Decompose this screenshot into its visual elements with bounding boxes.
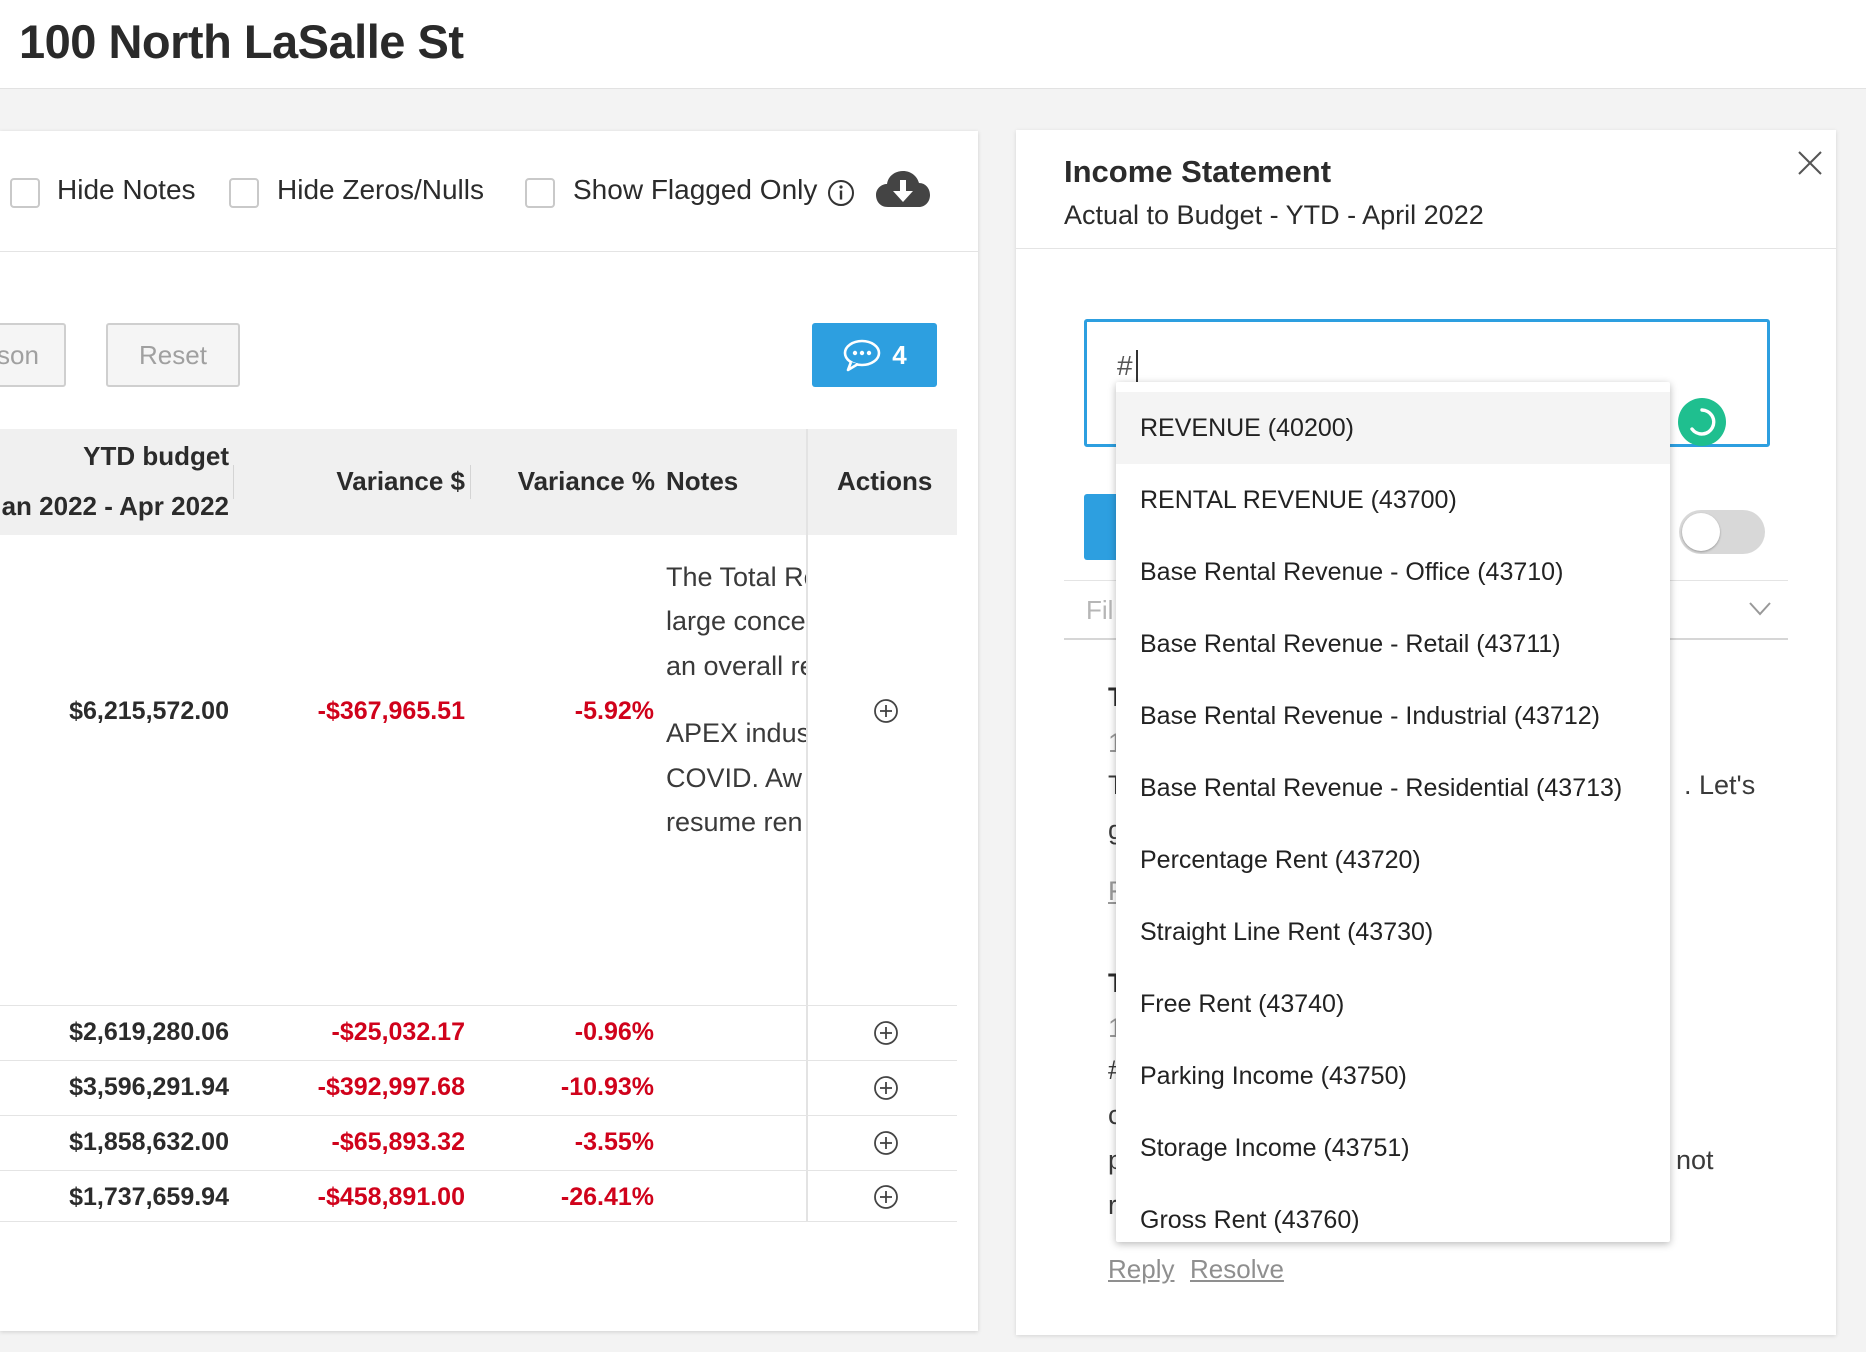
- variance-pct-cell: -5.92%: [574, 697, 654, 725]
- hide-notes-label[interactable]: Hide Notes: [57, 174, 196, 206]
- panel-header-divider: [1016, 248, 1836, 249]
- toggle-switch[interactable]: [1679, 510, 1765, 554]
- note-line: an overall re: [666, 651, 806, 681]
- chevron-down-icon: [1749, 602, 1771, 616]
- header-variance-pct[interactable]: Variance %: [518, 466, 655, 497]
- dropdown-item[interactable]: Base Rental Revenue - Industrial (43712): [1116, 680, 1670, 752]
- header-ytd-range: Jan 2022 - Apr 2022: [0, 491, 229, 521]
- note-line: resume ren: [666, 807, 803, 837]
- mention-dropdown: REVENUE (40200) RENTAL REVENUE (43700) B…: [1116, 382, 1670, 1242]
- table-row: $1,858,632.00 -$65,893.32 -3.55%: [0, 1116, 957, 1171]
- note-line: APEX indus: [666, 718, 806, 748]
- variance-dollar-cell: -$367,965.51: [317, 697, 465, 725]
- dropdown-item[interactable]: Storage Income (43751): [1116, 1112, 1670, 1184]
- reset-button[interactable]: Reset: [106, 323, 240, 387]
- reply-link[interactable]: Reply: [1108, 1254, 1174, 1285]
- variance-pct-cell: -3.55%: [574, 1128, 654, 1156]
- column-divider: [470, 465, 471, 499]
- show-flagged-checkbox[interactable]: [525, 178, 555, 208]
- dropdown-item[interactable]: Base Rental Revenue - Office (43710): [1116, 536, 1670, 608]
- dropdown-item[interactable]: RENTAL REVENUE (43700): [1116, 464, 1670, 536]
- ytd-budget-cell: $6,215,572.00: [69, 697, 229, 725]
- comment-input-value: #: [1117, 350, 1133, 381]
- text-cursor: [1136, 350, 1138, 384]
- header-actions: Actions: [837, 466, 933, 496]
- dropdown-item[interactable]: Percentage Rent (43720): [1116, 824, 1670, 896]
- comments-count: 4: [892, 339, 907, 370]
- table-row: $1,737,659.94 -$458,891.00 -26.41%: [0, 1171, 957, 1222]
- variance-pct-cell: -26.41%: [560, 1183, 654, 1211]
- table-header: YTD budget Jan 2022 - Apr 2022 Variance …: [0, 429, 957, 535]
- close-icon[interactable]: [1795, 148, 1825, 178]
- reset-label: Reset: [139, 339, 207, 370]
- comment-fragment: . Let's: [1684, 770, 1756, 800]
- info-icon[interactable]: [826, 178, 856, 208]
- loading-spinner-icon: [1678, 398, 1726, 446]
- column-divider: [233, 465, 234, 499]
- add-note-icon[interactable]: [873, 1020, 899, 1046]
- ytd-budget-cell: $3,596,291.94: [69, 1073, 229, 1101]
- note-line: COVID. Aw: [666, 763, 803, 793]
- add-note-icon[interactable]: [873, 1130, 899, 1156]
- cloud-download-icon[interactable]: [874, 167, 932, 213]
- resolve-link[interactable]: Resolve: [1190, 1254, 1284, 1285]
- table-row: $6,215,572.00 -$367,965.51 -5.92% The To…: [0, 535, 957, 1006]
- add-note-icon[interactable]: [873, 1184, 899, 1210]
- note-line: The Total Re: [666, 562, 806, 592]
- note-line: large conce: [666, 606, 806, 636]
- partial-action-label: son: [0, 339, 39, 370]
- header-notes[interactable]: Notes: [666, 466, 738, 497]
- variance-pct-cell: -10.93%: [560, 1073, 654, 1101]
- add-note-icon[interactable]: [873, 1075, 899, 1101]
- comment-fragment: not: [1676, 1145, 1714, 1175]
- hide-notes-checkbox[interactable]: [10, 178, 40, 208]
- partial-action-button[interactable]: son: [0, 323, 66, 387]
- dropdown-item[interactable]: Base Rental Revenue - Residential (43713…: [1116, 752, 1670, 824]
- panel-subtitle: Actual to Budget - YTD - April 2022: [1064, 200, 1484, 230]
- dropdown-item[interactable]: Gross Rent (43760): [1116, 1184, 1670, 1242]
- hide-zeros-label[interactable]: Hide Zeros/Nulls: [277, 174, 484, 206]
- dropdown-item[interactable]: REVENUE (40200): [1116, 392, 1670, 464]
- top-bar: 100 North LaSalle St: [0, 0, 1866, 89]
- header-ytd-budget[interactable]: YTD budget: [83, 441, 229, 472]
- hide-zeros-checkbox[interactable]: [229, 178, 259, 208]
- variance-dollar-cell: -$65,893.32: [331, 1128, 465, 1156]
- panel-title: Income Statement: [1064, 154, 1332, 189]
- show-flagged-label[interactable]: Show Flagged Only: [573, 174, 817, 206]
- add-note-icon[interactable]: [873, 698, 899, 724]
- toggle-knob: [1682, 513, 1720, 551]
- ytd-budget-cell: $1,737,659.94: [69, 1183, 229, 1211]
- variance-dollar-cell: -$25,032.17: [331, 1018, 465, 1046]
- table-row: $3,596,291.94 -$392,997.68 -10.93%: [0, 1061, 957, 1116]
- ytd-budget-cell: $1,858,632.00: [69, 1128, 229, 1156]
- report-toolbar: Hide Notes Hide Zeros/Nulls Show Flagged…: [0, 131, 978, 252]
- dropdown-item[interactable]: Base Rental Revenue - Retail (43711): [1116, 608, 1670, 680]
- ytd-budget-cell: $2,619,280.06: [69, 1018, 229, 1046]
- comment-icon: [843, 339, 881, 372]
- dropdown-item[interactable]: Straight Line Rent (43730): [1116, 896, 1670, 968]
- variance-pct-cell: -0.96%: [574, 1018, 654, 1046]
- comments-button[interactable]: 4: [812, 323, 937, 387]
- table-row: $2,619,280.06 -$25,032.17 -0.96%: [0, 1006, 957, 1061]
- dropdown-item[interactable]: Parking Income (43750): [1116, 1040, 1670, 1112]
- filter-placeholder: Fil: [1086, 595, 1114, 625]
- header-variance-dollar[interactable]: Variance $: [336, 466, 465, 497]
- dropdown-item[interactable]: Free Rent (43740): [1116, 968, 1670, 1040]
- page-title: 100 North LaSalle St: [19, 15, 464, 68]
- variance-dollar-cell: -$458,891.00: [317, 1183, 465, 1211]
- report-panel: Hide Notes Hide Zeros/Nulls Show Flagged…: [0, 131, 978, 1331]
- variance-dollar-cell: -$392,997.68: [317, 1073, 465, 1101]
